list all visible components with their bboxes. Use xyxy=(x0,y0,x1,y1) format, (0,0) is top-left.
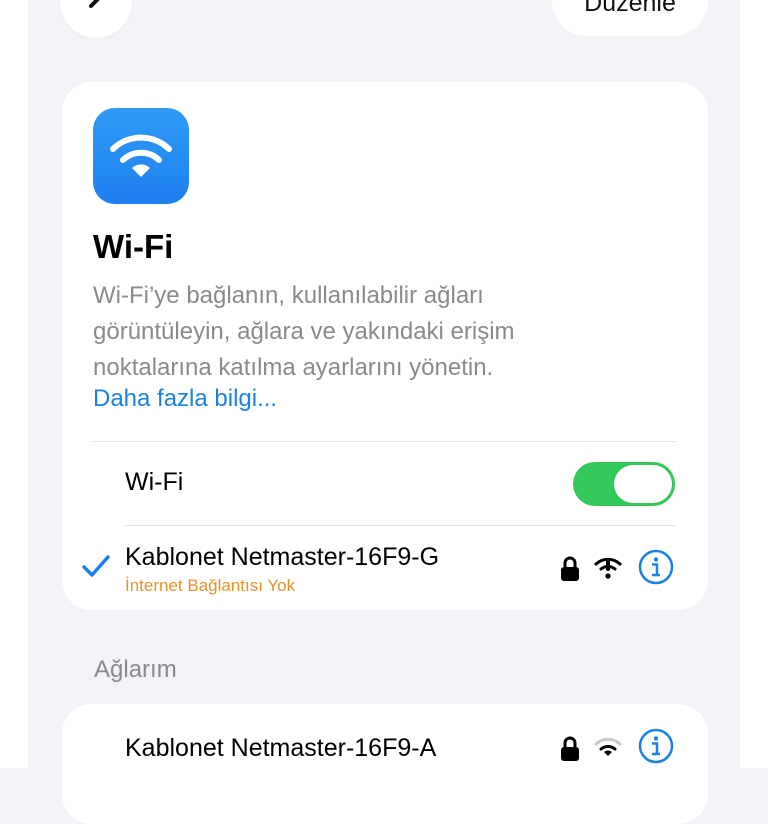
checkmark-icon xyxy=(82,554,110,583)
wifi-settings-card: Wi-Fi Wi‑Fi’ye bağlanın, kullanılabilir … xyxy=(62,82,708,610)
divider xyxy=(93,441,676,442)
toggle-knob xyxy=(614,465,672,503)
lock-icon xyxy=(560,736,580,767)
divider xyxy=(125,525,676,526)
wifi-icon xyxy=(93,108,189,204)
page-title: Wi-Fi xyxy=(93,228,174,265)
wifi-no-internet-icon xyxy=(594,556,622,585)
list-item[interactable]: Kablonet Netmaster-16F9-A xyxy=(62,704,708,794)
connected-network-status: İnternet Bağlantısı Yok xyxy=(125,576,296,595)
wifi-signal-icon xyxy=(594,736,622,763)
edit-button-label: Düzenle xyxy=(584,0,676,17)
wifi-toggle-label: Wi-Fi xyxy=(125,468,184,496)
my-networks-header: Ağlarım xyxy=(94,656,177,683)
chevron-left-icon xyxy=(83,0,109,25)
my-networks-card: Kablonet Netmaster-16F9-A xyxy=(62,704,708,824)
connected-network-name[interactable]: Kablonet Netmaster-16F9-G xyxy=(125,543,439,572)
left-edge xyxy=(0,0,28,768)
right-edge xyxy=(740,0,768,768)
network-name: Kablonet Netmaster-16F9-A xyxy=(125,734,437,762)
learn-more-link[interactable]: Daha fazla bilgi... xyxy=(93,385,277,413)
page-description: Wi‑Fi’ye bağlanın, kullanılabilir ağları… xyxy=(93,282,515,381)
back-button[interactable] xyxy=(60,0,132,38)
lock-icon xyxy=(560,556,580,587)
info-icon[interactable] xyxy=(638,728,674,769)
info-icon[interactable] xyxy=(638,549,674,590)
edit-button[interactable]: Düzenle xyxy=(552,0,708,36)
wifi-toggle[interactable] xyxy=(573,462,675,506)
